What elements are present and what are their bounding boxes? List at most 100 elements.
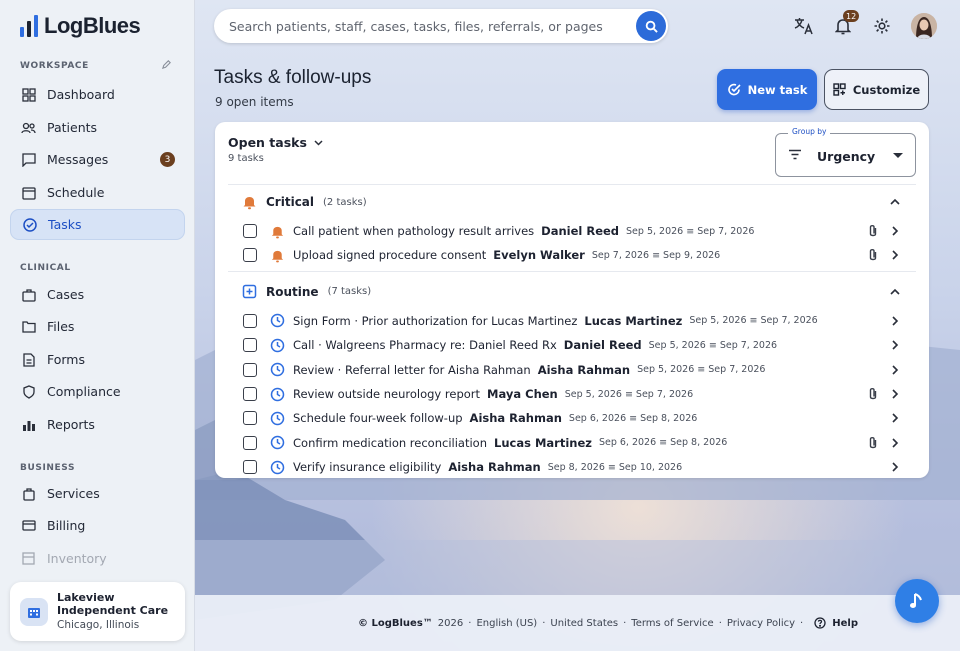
- sidebar-item-cases[interactable]: Cases: [10, 279, 185, 310]
- task-row[interactable]: Review · Referral letter for Aisha Rahma…: [243, 360, 903, 380]
- music-player-button[interactable]: [895, 579, 939, 623]
- sidebar-item-forms[interactable]: Forms: [10, 344, 185, 375]
- chevron-right-icon[interactable]: [889, 364, 901, 376]
- task-row[interactable]: Upload signed procedure consent Evelyn Wa…: [243, 245, 903, 265]
- new-task-button[interactable]: New task: [717, 69, 817, 110]
- task-checkbox[interactable]: [243, 411, 257, 426]
- footer-link-terms[interactable]: Terms of Service: [631, 618, 713, 629]
- task-row[interactable]: Confirm medication reconciliation Lucas M…: [243, 433, 903, 453]
- task-dates: Sep 7, 2026 ≡ Sep 9, 2026: [591, 249, 721, 261]
- sidebar-item-patients[interactable]: Patients: [10, 112, 185, 143]
- task-row[interactable]: Call · Walgreens Pharmacy re: Daniel Ree…: [243, 335, 903, 355]
- sidebar-item-label: Services: [47, 486, 100, 501]
- group-header[interactable]: Routine (7 tasks): [242, 283, 371, 301]
- task-assignee: Daniel Reed: [541, 224, 620, 238]
- footer-link-country[interactable]: United States: [550, 618, 618, 629]
- footer-link-privacy[interactable]: Privacy Policy: [727, 618, 795, 629]
- task-checkbox[interactable]: [243, 460, 257, 475]
- task-checkbox[interactable]: [243, 313, 257, 328]
- group-by-value: Urgency: [817, 149, 876, 164]
- task-title: Upload signed procedure consent: [293, 248, 487, 263]
- sidebar-item-compliance[interactable]: Compliance: [10, 376, 185, 407]
- filter-lines-icon: [789, 149, 801, 160]
- gear-icon[interactable]: [871, 15, 893, 37]
- sidebar-item-messages[interactable]: Messages 3: [10, 144, 185, 175]
- sidebar-item-label: Schedule: [47, 185, 105, 200]
- pencil-icon[interactable]: [161, 59, 172, 70]
- search-button[interactable]: [636, 11, 666, 41]
- task-title: Confirm medication reconciliation: [293, 435, 487, 450]
- avatar[interactable]: [911, 13, 937, 39]
- task-row[interactable]: Schedule four-week follow-up Aisha Rahman…: [243, 408, 903, 428]
- attachment-icon[interactable]: [868, 224, 878, 238]
- chevron-right-icon[interactable]: [889, 388, 901, 400]
- task-checkbox[interactable]: [243, 435, 257, 450]
- search-input[interactable]: [229, 18, 629, 34]
- sidebar-item-billing[interactable]: Billing: [10, 510, 185, 541]
- group-count: (7 tasks): [327, 286, 372, 298]
- chevron-right-icon[interactable]: [889, 339, 901, 351]
- logo[interactable]: LogBlues: [20, 13, 141, 39]
- clock-icon: [270, 313, 285, 328]
- sidebar-item-dashboard[interactable]: Dashboard: [10, 79, 185, 110]
- task-assignee: Lucas Martinez: [584, 313, 683, 328]
- sidebar-item-files[interactable]: Files: [10, 311, 185, 342]
- section-label-clinical: CLINICAL: [20, 263, 71, 273]
- chevron-right-icon[interactable]: [889, 461, 901, 473]
- sidebar-item-label: Tasks: [48, 217, 82, 232]
- open-tasks-filter[interactable]: Open tasks: [228, 135, 323, 150]
- footer-link-language[interactable]: English (US): [476, 618, 537, 629]
- group-name: Critical: [266, 195, 315, 209]
- clock-icon: [270, 362, 285, 377]
- sidebar-item-inventory[interactable]: Inventory: [10, 543, 185, 574]
- form-icon: [21, 352, 36, 367]
- task-dates: Sep 5, 2026 ≡ Sep 7, 2026: [689, 315, 818, 327]
- task-dates: Sep 5, 2026 ≡ Sep 7, 2026: [648, 339, 778, 351]
- folder-icon: [21, 319, 36, 334]
- task-assignee: Aisha Rahman: [537, 362, 631, 377]
- dashboard-customize-icon: [833, 83, 846, 96]
- task-dates: Sep 8, 2026 ≡ Sep 10, 2026: [547, 461, 683, 473]
- task-checkbox[interactable]: [243, 362, 257, 377]
- task-row[interactable]: Review outside neurology report Maya Chen…: [243, 384, 903, 404]
- group-by-label: Group by: [788, 127, 831, 136]
- attachment-icon[interactable]: [868, 248, 878, 262]
- translate-icon[interactable]: [793, 15, 815, 37]
- task-checkbox[interactable]: [243, 338, 257, 353]
- sidebar-item-tasks[interactable]: Tasks: [10, 209, 185, 240]
- alert-bell-icon: [270, 224, 285, 239]
- organization-card[interactable]: Lakeview Independent Care Chicago, Illin…: [10, 582, 185, 641]
- sidebar-item-services[interactable]: Services: [10, 478, 185, 509]
- help-link[interactable]: Help: [814, 617, 858, 629]
- bag-icon: [21, 486, 36, 501]
- task-row[interactable]: Sign Form · Prior authorization for Luca…: [243, 311, 903, 331]
- task-checkbox[interactable]: [243, 387, 257, 401]
- customize-button[interactable]: Customize: [824, 69, 929, 110]
- sidebar-item-reports[interactable]: Reports: [10, 409, 185, 440]
- attachment-icon[interactable]: [868, 387, 878, 401]
- group-by-select[interactable]: Group by Urgency: [775, 127, 916, 177]
- sidebar-item-label: Compliance: [47, 384, 121, 399]
- clock-icon: [270, 387, 285, 402]
- clock-icon: [270, 460, 285, 475]
- task-row[interactable]: Call patient when pathology result arriv…: [243, 221, 903, 241]
- new-task-label: New task: [747, 82, 808, 97]
- chevron-right-icon[interactable]: [889, 225, 901, 237]
- chevron-right-icon[interactable]: [889, 249, 901, 261]
- task-checkbox[interactable]: [243, 248, 257, 263]
- help-icon: [814, 617, 826, 629]
- footer-year: 2026: [437, 617, 464, 629]
- chevron-right-icon[interactable]: [889, 437, 901, 449]
- task-row[interactable]: Verify insurance eligibility Aisha Rahman…: [243, 457, 903, 477]
- divider: [228, 270, 916, 272]
- group-header[interactable]: Critical (2 tasks): [242, 193, 367, 211]
- sidebar-item-label: Reports: [47, 417, 95, 432]
- attachment-icon[interactable]: [868, 436, 878, 450]
- chevron-right-icon[interactable]: [889, 412, 901, 424]
- check-circle-icon: [22, 217, 37, 232]
- sidebar-item-schedule[interactable]: Schedule: [10, 177, 185, 208]
- task-checkbox[interactable]: [243, 224, 257, 238]
- chevron-up-icon[interactable]: [889, 196, 901, 208]
- chevron-right-icon[interactable]: [889, 315, 901, 327]
- chevron-up-icon[interactable]: [889, 286, 901, 298]
